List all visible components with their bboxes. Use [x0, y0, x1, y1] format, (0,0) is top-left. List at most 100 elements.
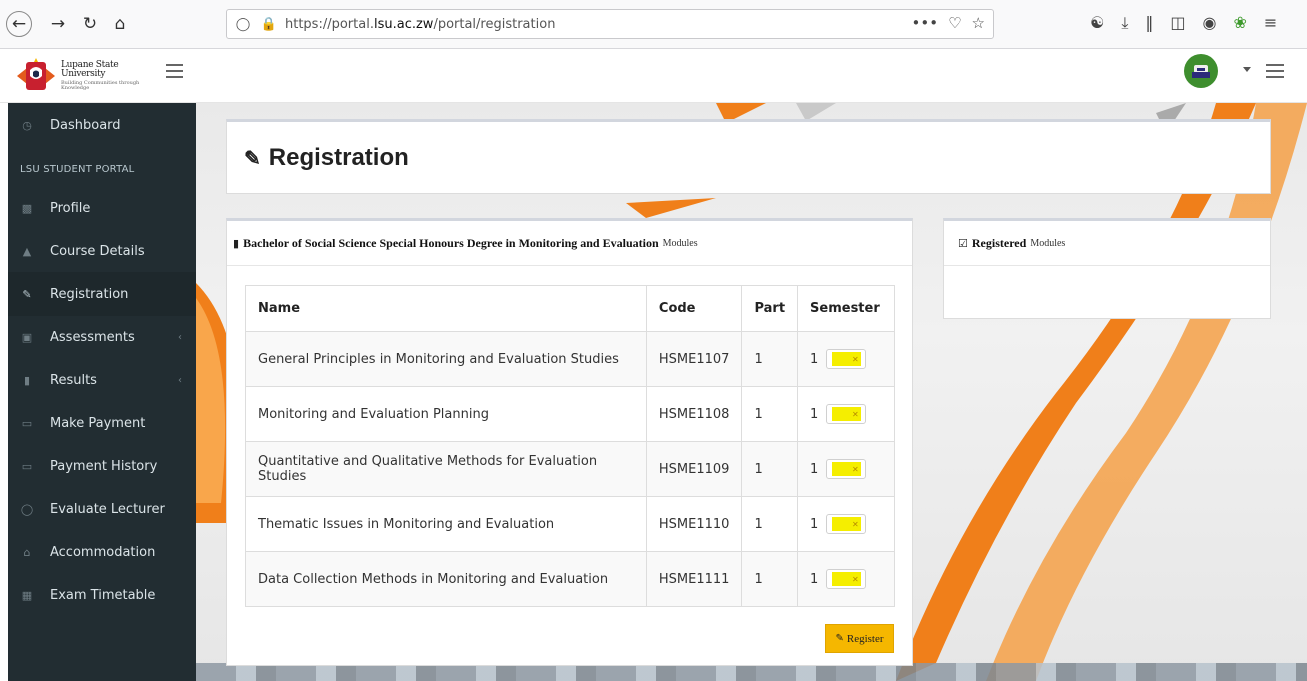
modules-panel-header: ▮ Bachelor of Social Science Special Hon… — [227, 221, 912, 266]
sidebar-item-payment-history[interactable]: ▭ Payment History — [8, 444, 196, 488]
close-icon: ✕ — [849, 517, 862, 531]
sidebar-item-label: Profile — [50, 200, 91, 216]
addon-icon[interactable]: ❀ — [1234, 13, 1247, 33]
sidebar-item-label: Course Details — [50, 243, 145, 259]
sidebar-item-label: Payment History — [50, 458, 158, 474]
profile-icon: ▩ — [21, 201, 33, 215]
module-semester-cell: 1 ✕ — [797, 551, 895, 607]
module-code: HSME1107 — [645, 331, 743, 387]
module-select-toggle[interactable]: ✕ — [826, 514, 867, 534]
forward-arrow-icon[interactable]: → — [44, 10, 72, 38]
url-path: /portal/registration — [433, 16, 556, 32]
page-title-panel: ✎ Registration — [226, 119, 1271, 194]
sidebar-item-assessments[interactable]: ▣ Assessments ‹ — [8, 315, 196, 359]
sidebar-item-dashboard[interactable]: ◷ Dashboard — [8, 103, 196, 147]
reload-icon[interactable]: ↻ — [76, 10, 104, 38]
sidebar-item-exam-timetable[interactable]: ▦ Exam Timetable — [8, 573, 196, 617]
library-icon[interactable]: ‖ — [1145, 13, 1153, 33]
sidebar-item-registration[interactable]: ✎ Registration — [8, 272, 196, 316]
bank-icon: ▣ — [21, 330, 33, 344]
bookmark-star-icon[interactable]: ☆ — [972, 14, 985, 32]
sidebar-item-accommodation[interactable]: ⌂ Accommodation — [8, 530, 196, 574]
pencil-icon: ✎ — [22, 287, 32, 301]
column-header-code: Code — [645, 285, 743, 332]
sidebar-section-header: LSU STUDENT PORTAL — [20, 163, 135, 175]
module-semester: 1 — [810, 351, 819, 367]
module-select-toggle[interactable]: ✕ — [826, 349, 867, 369]
sidebar-toggle-icon[interactable]: ◫ — [1170, 13, 1185, 33]
module-code: HSME1111 — [645, 551, 743, 607]
sidebar-item-label: Make Payment — [50, 415, 146, 431]
shield-icon[interactable]: ◯ — [233, 14, 253, 34]
table-header-row: Name Code Part Semester — [245, 285, 895, 332]
module-name: Data Collection Methods in Monitoring an… — [245, 551, 647, 607]
download-icon[interactable]: ⤓ — [1121, 13, 1128, 33]
column-header-semester: Semester — [797, 285, 895, 332]
browser-toolbar: ← → ↻ ⌂ ◯ 🔒 https://portal.lsu.ac.zw/por… — [0, 0, 1307, 49]
sidebar-item-label: Dashboard — [50, 117, 121, 133]
module-select-toggle[interactable]: ✕ — [826, 569, 867, 589]
module-name: Monitoring and Evaluation Planning — [245, 386, 647, 442]
sidebar-item-evaluate-lecturer[interactable]: ◯ Evaluate Lecturer — [8, 487, 196, 531]
close-icon: ✕ — [849, 462, 862, 476]
sidebar-item-results[interactable]: ▮ Results ‹ — [8, 358, 196, 402]
page-title-text: Registration — [268, 144, 409, 171]
account-icon[interactable]: ◉ — [1203, 13, 1217, 33]
app-header: Lupane State University Building Communi… — [0, 49, 1307, 103]
module-code: HSME1109 — [645, 441, 743, 497]
table-row: Monitoring and Evaluation Planning HSME1… — [245, 386, 895, 442]
module-semester-cell: 1 ✕ — [797, 386, 895, 442]
module-part: 1 — [741, 496, 799, 552]
sidebar-item-profile[interactable]: ▩ Profile — [8, 186, 196, 230]
lock-icon[interactable]: 🔒 — [259, 14, 279, 34]
programme-title: Bachelor of Social Science Special Honou… — [243, 235, 659, 250]
chevron-down-icon[interactable] — [1243, 67, 1251, 72]
url-prefix: https://portal. — [285, 16, 374, 32]
module-select-toggle[interactable]: ✕ — [826, 404, 867, 424]
sidebar-item-make-payment[interactable]: ▭ Make Payment — [8, 401, 196, 445]
register-button-label: Register — [846, 632, 884, 645]
module-name: Quantitative and Qualitative Methods for… — [245, 441, 647, 497]
book-icon: ▮ — [233, 236, 240, 250]
register-button[interactable]: ✎ Register — [825, 624, 894, 653]
registered-modules-panel: ☑ Registered Modules — [943, 218, 1271, 319]
module-part: 1 — [741, 386, 799, 442]
menu-icon[interactable]: ≡ — [1264, 13, 1277, 33]
table-row: Data Collection Methods in Monitoring an… — [245, 551, 895, 607]
back-arrow-icon[interactable]: ← — [6, 11, 32, 37]
table-row: Quantitative and Qualitative Methods for… — [245, 441, 895, 497]
module-select-toggle[interactable]: ✕ — [826, 459, 867, 479]
registered-title: Registered — [971, 235, 1027, 250]
module-name: General Principles in Monitoring and Eva… — [245, 331, 647, 387]
url-bar[interactable]: ◯ 🔒 https://portal.lsu.ac.zw/portal/regi… — [226, 9, 994, 39]
comment-icon: ◯ — [20, 502, 34, 516]
pencil-icon: ✎ — [244, 147, 261, 170]
module-semester-cell: 1 ✕ — [797, 331, 895, 387]
module-name: Thematic Issues in Monitoring and Evalua… — [245, 496, 647, 552]
user-avatar[interactable] — [1184, 54, 1218, 88]
sidebar-item-course-details[interactable]: ▲ Course Details — [8, 229, 196, 273]
page-actions-icon[interactable]: ••• — [912, 14, 939, 32]
home-icon[interactable]: ⌂ — [106, 10, 134, 38]
url-domain: lsu.ac.zw — [373, 16, 434, 32]
control-sidebar-hamburger-icon[interactable] — [1266, 64, 1284, 78]
module-part: 1 — [741, 551, 799, 607]
url-text[interactable]: https://portal.lsu.ac.zw/portal/registra… — [285, 17, 555, 32]
table-row: Thematic Issues in Monitoring and Evalua… — [245, 496, 895, 552]
panel-subtitle: Modules — [662, 237, 698, 249]
pocket-icon[interactable]: ♡ — [948, 14, 961, 32]
sidebar-item-label: Registration — [50, 286, 129, 302]
sidebar-item-label: Assessments — [50, 329, 135, 345]
module-semester: 1 — [810, 461, 819, 477]
module-code: HSME1108 — [645, 386, 743, 442]
close-icon: ✕ — [849, 352, 862, 366]
user-avatar-icon — [1192, 65, 1210, 78]
calendar-icon: ▦ — [21, 588, 33, 602]
extension-icon[interactable]: ☯ — [1090, 13, 1104, 33]
sidebar-item-label: Results — [50, 372, 97, 388]
chevron-left-icon: ‹ — [178, 374, 182, 386]
sidebar-toggle-hamburger-icon[interactable] — [166, 64, 183, 78]
university-logo[interactable]: Lupane State University Building Communi… — [15, 55, 150, 97]
module-semester: 1 — [810, 571, 819, 587]
module-semester: 1 — [810, 516, 819, 532]
